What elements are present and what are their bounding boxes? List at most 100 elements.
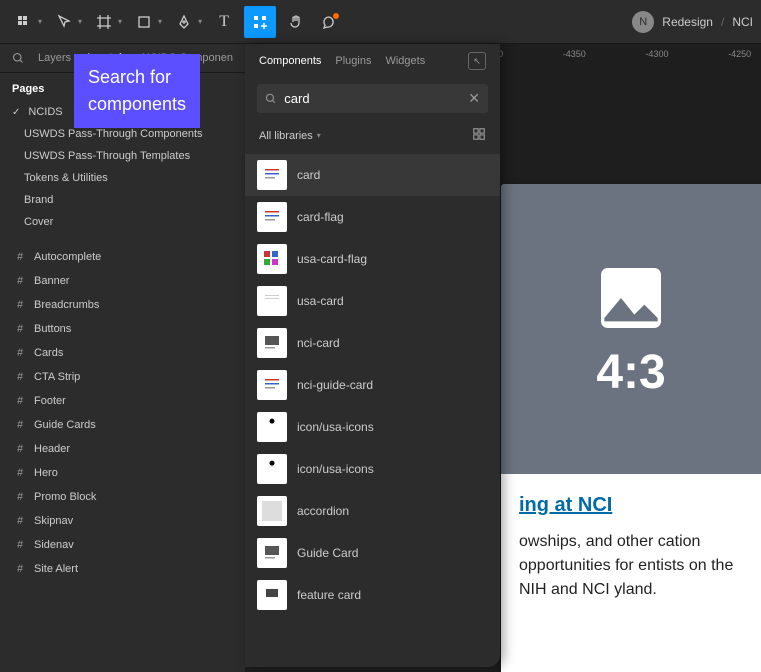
canvas-card-preview[interactable]: 4:3 ing at NCI owships, and other cation…: [501, 184, 761, 672]
component-frame-item[interactable]: #Banner: [8, 269, 237, 293]
search-icon: [265, 92, 276, 105]
frame-icon: #: [14, 419, 26, 431]
frame-icon: #: [14, 371, 26, 383]
search-result-item[interactable]: feature card: [245, 574, 500, 616]
search-result-item[interactable]: accordion: [245, 490, 500, 532]
pen-tool-icon[interactable]: [168, 6, 200, 38]
result-thumb: [257, 412, 287, 442]
component-frame-item[interactable]: #Promo Block: [8, 485, 237, 509]
component-frame-item[interactable]: #Buttons: [8, 317, 237, 341]
hand-tool-icon[interactable]: [280, 6, 312, 38]
figma-menu-icon[interactable]: [8, 6, 40, 38]
card-title-link[interactable]: ing at NCI: [519, 494, 612, 516]
notification-dot: [333, 13, 339, 19]
card-image-placeholder: 4:3: [501, 184, 761, 474]
tab-widgets[interactable]: Widgets: [385, 55, 425, 67]
result-thumb: [257, 370, 287, 400]
chevron-down-icon[interactable]: ▾: [158, 17, 162, 26]
shape-tool-icon[interactable]: [128, 6, 160, 38]
tab-layers[interactable]: Layers: [38, 52, 71, 64]
top-toolbar: ▾ ▾ ▾ ▾ ▾ T N Redesign / NCI: [0, 0, 761, 44]
card-body: ing at NCI owships, and other cation opp…: [501, 474, 761, 618]
component-frame-item[interactable]: #Footer: [8, 389, 237, 413]
collapse-icon[interactable]: ↖: [468, 52, 486, 70]
chevron-down-icon[interactable]: ▾: [118, 17, 122, 26]
result-label: Guide Card: [297, 546, 358, 560]
left-panel: Layers Assets NCIDS Componen Pages NCIDS…: [0, 44, 245, 672]
frame-icon: #: [14, 323, 26, 335]
result-thumb: [257, 538, 287, 568]
search-result-item[interactable]: usa-card: [245, 280, 500, 322]
tab-components[interactable]: Components: [259, 55, 321, 67]
assets-tabs: Components Plugins Widgets ↖: [245, 44, 500, 78]
frame-tool-icon[interactable]: [88, 6, 120, 38]
page-item[interactable]: USWDS Pass-Through Templates: [8, 145, 237, 167]
result-thumb: [257, 286, 287, 316]
search-icon[interactable]: [12, 52, 24, 64]
search-result-item[interactable]: icon/usa-icons: [245, 406, 500, 448]
result-label: card-flag: [297, 210, 344, 224]
component-frame-item[interactable]: #Hero: [8, 461, 237, 485]
frame-icon: #: [14, 467, 26, 479]
move-tool-icon[interactable]: [48, 6, 80, 38]
result-thumb: [257, 580, 287, 610]
result-thumb: [257, 454, 287, 484]
search-result-item[interactable]: card-flag: [245, 196, 500, 238]
library-filter[interactable]: All libraries ▾: [245, 119, 500, 154]
component-frame-item[interactable]: #Skipnav: [8, 509, 237, 533]
component-frame-item[interactable]: #Cards: [8, 341, 237, 365]
search-result-item[interactable]: nci-guide-card: [245, 364, 500, 406]
page-item[interactable]: Brand: [8, 189, 237, 211]
search-input[interactable]: [284, 91, 460, 106]
grid-view-icon[interactable]: [472, 127, 486, 144]
component-frame-item[interactable]: #Site Alert: [8, 557, 237, 581]
frame-icon: #: [14, 563, 26, 575]
search-result-item[interactable]: icon/usa-icons: [245, 448, 500, 490]
search-result-item[interactable]: nci-card: [245, 322, 500, 364]
result-label: usa-card: [297, 294, 344, 308]
page-item[interactable]: Tokens & Utilities: [8, 167, 237, 189]
frame-icon: #: [14, 395, 26, 407]
frame-icon: #: [14, 347, 26, 359]
search-result-item[interactable]: usa-card-flag: [245, 238, 500, 280]
breadcrumb-sep: /: [721, 15, 724, 29]
breadcrumb-file[interactable]: NCI: [732, 15, 753, 29]
result-thumb: [257, 328, 287, 358]
search-results: card card-flag usa-card-flag usa-card nci-ca…: [245, 154, 500, 616]
frame-icon: #: [14, 443, 26, 455]
result-label: icon/usa-icons: [297, 420, 374, 434]
resources-tool-icon[interactable]: [244, 6, 276, 38]
frame-icon: #: [14, 539, 26, 551]
tab-plugins[interactable]: Plugins: [335, 55, 371, 67]
result-label: usa-card-flag: [297, 252, 367, 266]
result-thumb: [257, 160, 287, 190]
component-frame-item[interactable]: #Breadcrumbs: [8, 293, 237, 317]
component-frame-item[interactable]: #Guide Cards: [8, 413, 237, 437]
frame-icon: #: [14, 515, 26, 527]
avatar[interactable]: N: [632, 11, 654, 33]
card-description: owships, and other cation opportunities …: [519, 530, 743, 602]
search-result-item[interactable]: card: [245, 154, 500, 196]
result-thumb: [257, 244, 287, 274]
chevron-down-icon: ▾: [317, 131, 321, 140]
text-tool-icon[interactable]: T: [208, 6, 240, 38]
result-label: nci-guide-card: [297, 378, 373, 392]
component-frame-item[interactable]: #Header: [8, 437, 237, 461]
result-label: feature card: [297, 588, 361, 602]
search-result-item[interactable]: Guide Card: [245, 532, 500, 574]
chevron-down-icon[interactable]: ▾: [78, 17, 82, 26]
chevron-down-icon[interactable]: ▾: [198, 17, 202, 26]
assets-flyout-panel: Components Plugins Widgets ↖ ✕ All libra…: [245, 44, 500, 667]
clear-search-icon[interactable]: ✕: [468, 90, 480, 107]
component-search[interactable]: ✕: [257, 84, 488, 113]
aspect-ratio-text: 4:3: [591, 345, 671, 400]
frame-icon: #: [14, 299, 26, 311]
component-frame-item[interactable]: #CTA Strip: [8, 365, 237, 389]
chevron-down-icon[interactable]: ▾: [38, 17, 42, 26]
result-label: nci-card: [297, 336, 340, 350]
component-frame-item[interactable]: #Sidenav: [8, 533, 237, 557]
comment-tool-icon[interactable]: [316, 6, 348, 38]
page-item[interactable]: Cover: [8, 211, 237, 233]
component-frame-item[interactable]: #Autocomplete: [8, 245, 237, 269]
breadcrumb-project[interactable]: Redesign: [662, 15, 713, 29]
